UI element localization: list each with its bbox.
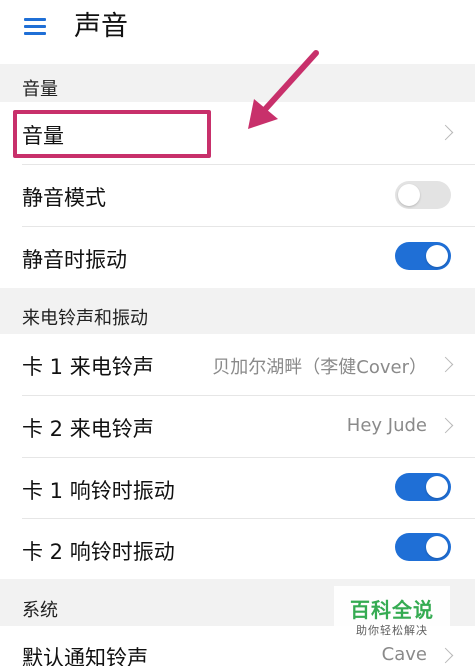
chevron-right-icon	[437, 356, 454, 373]
card1-vibrate-toggle[interactable]	[395, 473, 451, 501]
card2-vibrate-row[interactable]: 卡 2 响铃时振动	[0, 519, 475, 579]
silent-mode-row[interactable]: 静音模式	[0, 165, 475, 226]
section-label-ringtone: 来电铃声和振动	[22, 308, 148, 329]
vibrate-when-silent-toggle[interactable]	[395, 242, 451, 270]
card2-vibrate-toggle[interactable]	[395, 533, 451, 561]
section-header-volume: 音量	[0, 64, 475, 102]
toggle-knob	[398, 184, 420, 206]
card1-ringtone-label: 卡 1 来电铃声	[22, 355, 154, 379]
card1-ringtone-value: 贝加尔湖畔（李健Cover）	[212, 357, 427, 378]
card1-vibrate-row[interactable]: 卡 1 响铃时振动	[0, 458, 475, 518]
top-bar: 声音	[0, 0, 475, 64]
volume-label: 音量	[22, 124, 64, 148]
chevron-right-icon	[437, 124, 454, 141]
chevron-right-icon	[437, 417, 454, 434]
card2-ringtone-row[interactable]: 卡 2 来电铃声 Hey Jude	[0, 396, 475, 457]
vibrate-when-silent-row[interactable]: 静音时振动	[0, 227, 475, 288]
silent-mode-label: 静音模式	[22, 186, 106, 210]
section-label-system: 系统	[22, 600, 58, 621]
toggle-knob	[426, 536, 448, 558]
notification-tone-label: 默认通知铃声	[22, 646, 148, 666]
toggle-knob	[426, 245, 448, 267]
vibrate-when-silent-label: 静音时振动	[22, 248, 127, 272]
watermark-logo: 百科全说 助你轻松解决	[334, 586, 450, 644]
notification-tone-value: Cave	[381, 644, 427, 665]
card2-ringtone-label: 卡 2 来电铃声	[22, 417, 154, 441]
watermark-title: 百科全说	[350, 598, 434, 622]
silent-mode-toggle[interactable]	[395, 181, 451, 209]
toggle-knob	[426, 476, 448, 498]
hamburger-menu-icon[interactable]	[24, 16, 50, 36]
page-title: 声音	[74, 11, 128, 42]
card1-vibrate-label: 卡 1 响铃时振动	[22, 479, 175, 503]
section-label-volume: 音量	[22, 79, 58, 100]
card2-vibrate-label: 卡 2 响铃时振动	[22, 540, 175, 564]
chevron-right-icon	[437, 647, 454, 664]
section-header-ringtone: 来电铃声和振动	[0, 288, 475, 334]
card2-ringtone-value: Hey Jude	[346, 415, 427, 436]
volume-row[interactable]: 音量	[0, 102, 475, 164]
watermark-subtitle: 助你轻松解决	[356, 624, 428, 637]
card1-ringtone-row[interactable]: 卡 1 来电铃声 贝加尔湖畔（李健Cover）	[0, 334, 475, 396]
